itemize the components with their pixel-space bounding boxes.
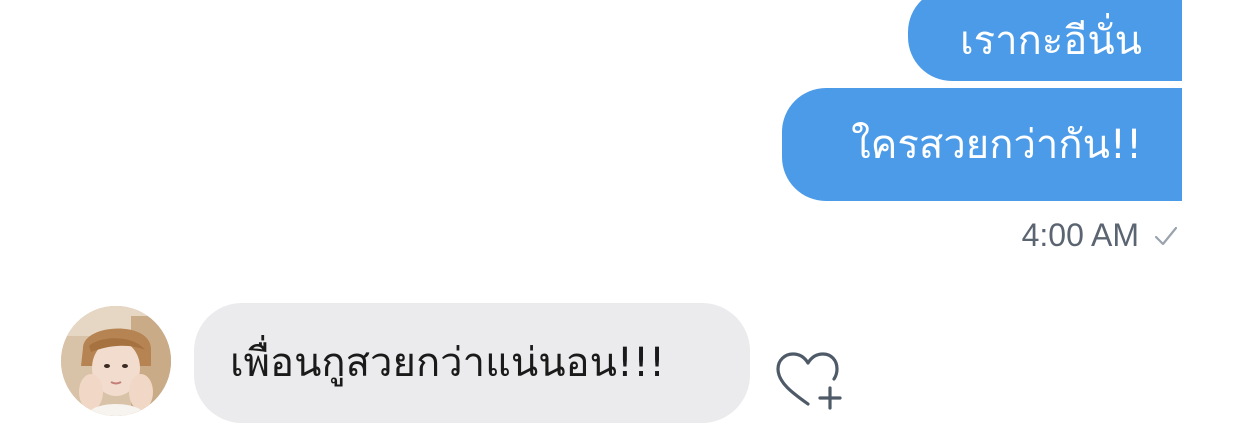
- outgoing-message-bubble[interactable]: ใครสวยกว่ากัน!!: [782, 88, 1182, 201]
- message-meta: 4:00 AM: [1022, 217, 1179, 254]
- heart-add-icon[interactable]: [774, 350, 846, 412]
- check-icon: [1154, 226, 1178, 245]
- message-text: ใครสวยกว่ากัน!!: [851, 121, 1142, 168]
- message-timestamp: 4:00 AM: [1021, 217, 1139, 253]
- incoming-message-bubble[interactable]: เพื่อนกูสวยกว่าแน่นอน!!!: [194, 303, 750, 423]
- contact-avatar[interactable]: [61, 306, 171, 416]
- avatar-image: [61, 306, 171, 416]
- message-text: เพื่อนกูสวยกว่าแน่นอน!!!: [230, 340, 666, 386]
- message-text: เรากะอีนั่น: [959, 17, 1142, 64]
- outgoing-message-bubble[interactable]: เรากะอีนั่น: [908, 0, 1182, 81]
